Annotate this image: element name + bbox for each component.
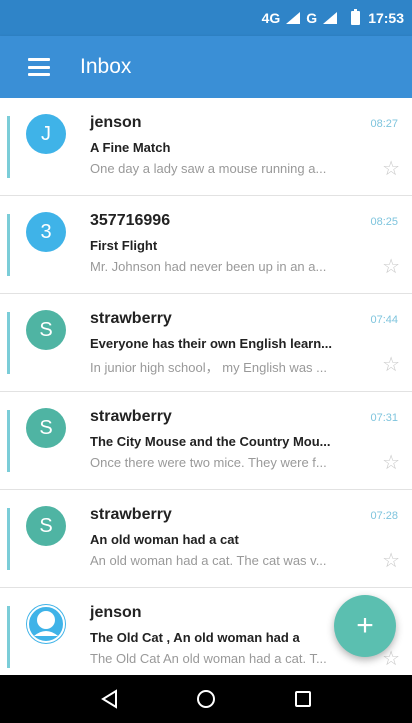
message-subject: The Old Cat , An old woman had a: [90, 630, 300, 645]
sender-name: strawberry: [90, 408, 172, 425]
message-time: 07:28: [370, 510, 398, 522]
navigation-bar: [0, 675, 412, 723]
message-preview: Once there were two mice. They were f...: [90, 455, 327, 470]
network-type-label: 4G: [261, 10, 281, 26]
message-time: 07:31: [370, 412, 398, 424]
message-row[interactable]: 3 357716996 08:25 First Flight Mr. Johnson h…: [0, 196, 412, 294]
star-icon[interactable]: ☆: [382, 156, 400, 181]
person-icon: [27, 605, 65, 643]
star-icon[interactable]: ☆: [382, 450, 400, 475]
unread-indicator: [7, 312, 10, 374]
message-time: 08:27: [370, 118, 398, 130]
message-row[interactable]: Sstrawberry 07:28 An old woman had a cat An…: [0, 490, 412, 588]
status-bar: 4G G 17:53: [0, 0, 412, 36]
message-subject: Everyone has their own English learn...: [90, 336, 333, 351]
avatar[interactable]: [26, 604, 66, 644]
signal-icon: [323, 12, 338, 24]
app-bar: Inbox: [0, 36, 412, 98]
sender-name: strawberry: [90, 506, 172, 523]
message-row[interactable]: Sstrawberry 07:31 The City Mouse and the C…: [0, 392, 412, 490]
sender-name: strawberry: [90, 310, 172, 327]
signal-icon: [286, 12, 301, 24]
recents-button[interactable]: [283, 679, 323, 719]
unread-indicator: [7, 214, 10, 276]
message-row[interactable]: Sstrawberry 07:44 Everyone has their own E…: [0, 294, 412, 392]
avatar[interactable]: J: [26, 114, 66, 154]
sender-name: 357716996: [90, 212, 171, 229]
menu-icon[interactable]: [28, 58, 50, 76]
message-subject: An old woman had a cat: [90, 532, 239, 547]
avatar[interactable]: S: [26, 408, 66, 448]
carrier2-label: G: [306, 10, 318, 26]
recents-icon: [295, 691, 312, 707]
back-button[interactable]: [89, 679, 129, 719]
message-preview: An old woman had a cat. The cat was v...: [90, 553, 327, 568]
home-button[interactable]: [186, 679, 226, 719]
star-icon[interactable]: ☆: [382, 548, 400, 573]
star-icon[interactable]: ☆: [382, 254, 400, 279]
avatar[interactable]: S: [26, 310, 66, 350]
network-indicators: 4G G: [262, 10, 338, 26]
avatar[interactable]: 3: [26, 212, 66, 252]
back-icon: [100, 689, 117, 709]
unread-indicator: [7, 508, 10, 570]
battery-icon: [351, 9, 361, 25]
message-subject: First Flight: [90, 238, 158, 253]
message-preview: One day a lady saw a mouse running a...: [90, 161, 327, 176]
home-icon: [196, 690, 215, 708]
unread-indicator: [7, 116, 10, 178]
compose-button[interactable]: +: [334, 595, 396, 657]
message-list[interactable]: Jjenson 08:27 A Fine Match One day a lady s…: [0, 98, 412, 675]
message-subject: The City Mouse and the Country Mou...: [90, 434, 331, 449]
star-icon[interactable]: ☆: [382, 352, 400, 377]
message-time: 07:44: [370, 314, 398, 326]
sender-name: jenson: [90, 114, 142, 131]
message-preview: Mr. Johnson had never been up in an a...: [90, 259, 327, 274]
page-title: Inbox: [80, 55, 132, 78]
message-preview: The Old Cat An old woman had a cat. T...: [90, 651, 327, 666]
status-time: 17:53: [368, 10, 404, 26]
unread-indicator: [7, 410, 10, 472]
message-row[interactable]: Jjenson 08:27 A Fine Match One day a lady s…: [0, 98, 412, 196]
unread-indicator: [7, 606, 10, 668]
sender-name: jenson: [90, 604, 142, 621]
add-icon: +: [356, 609, 374, 642]
message-subject: A Fine Match: [90, 140, 171, 155]
message-time: 08:25: [370, 216, 398, 228]
avatar[interactable]: S: [26, 506, 66, 546]
message-preview: In junior high school， my English was ..…: [90, 360, 327, 375]
